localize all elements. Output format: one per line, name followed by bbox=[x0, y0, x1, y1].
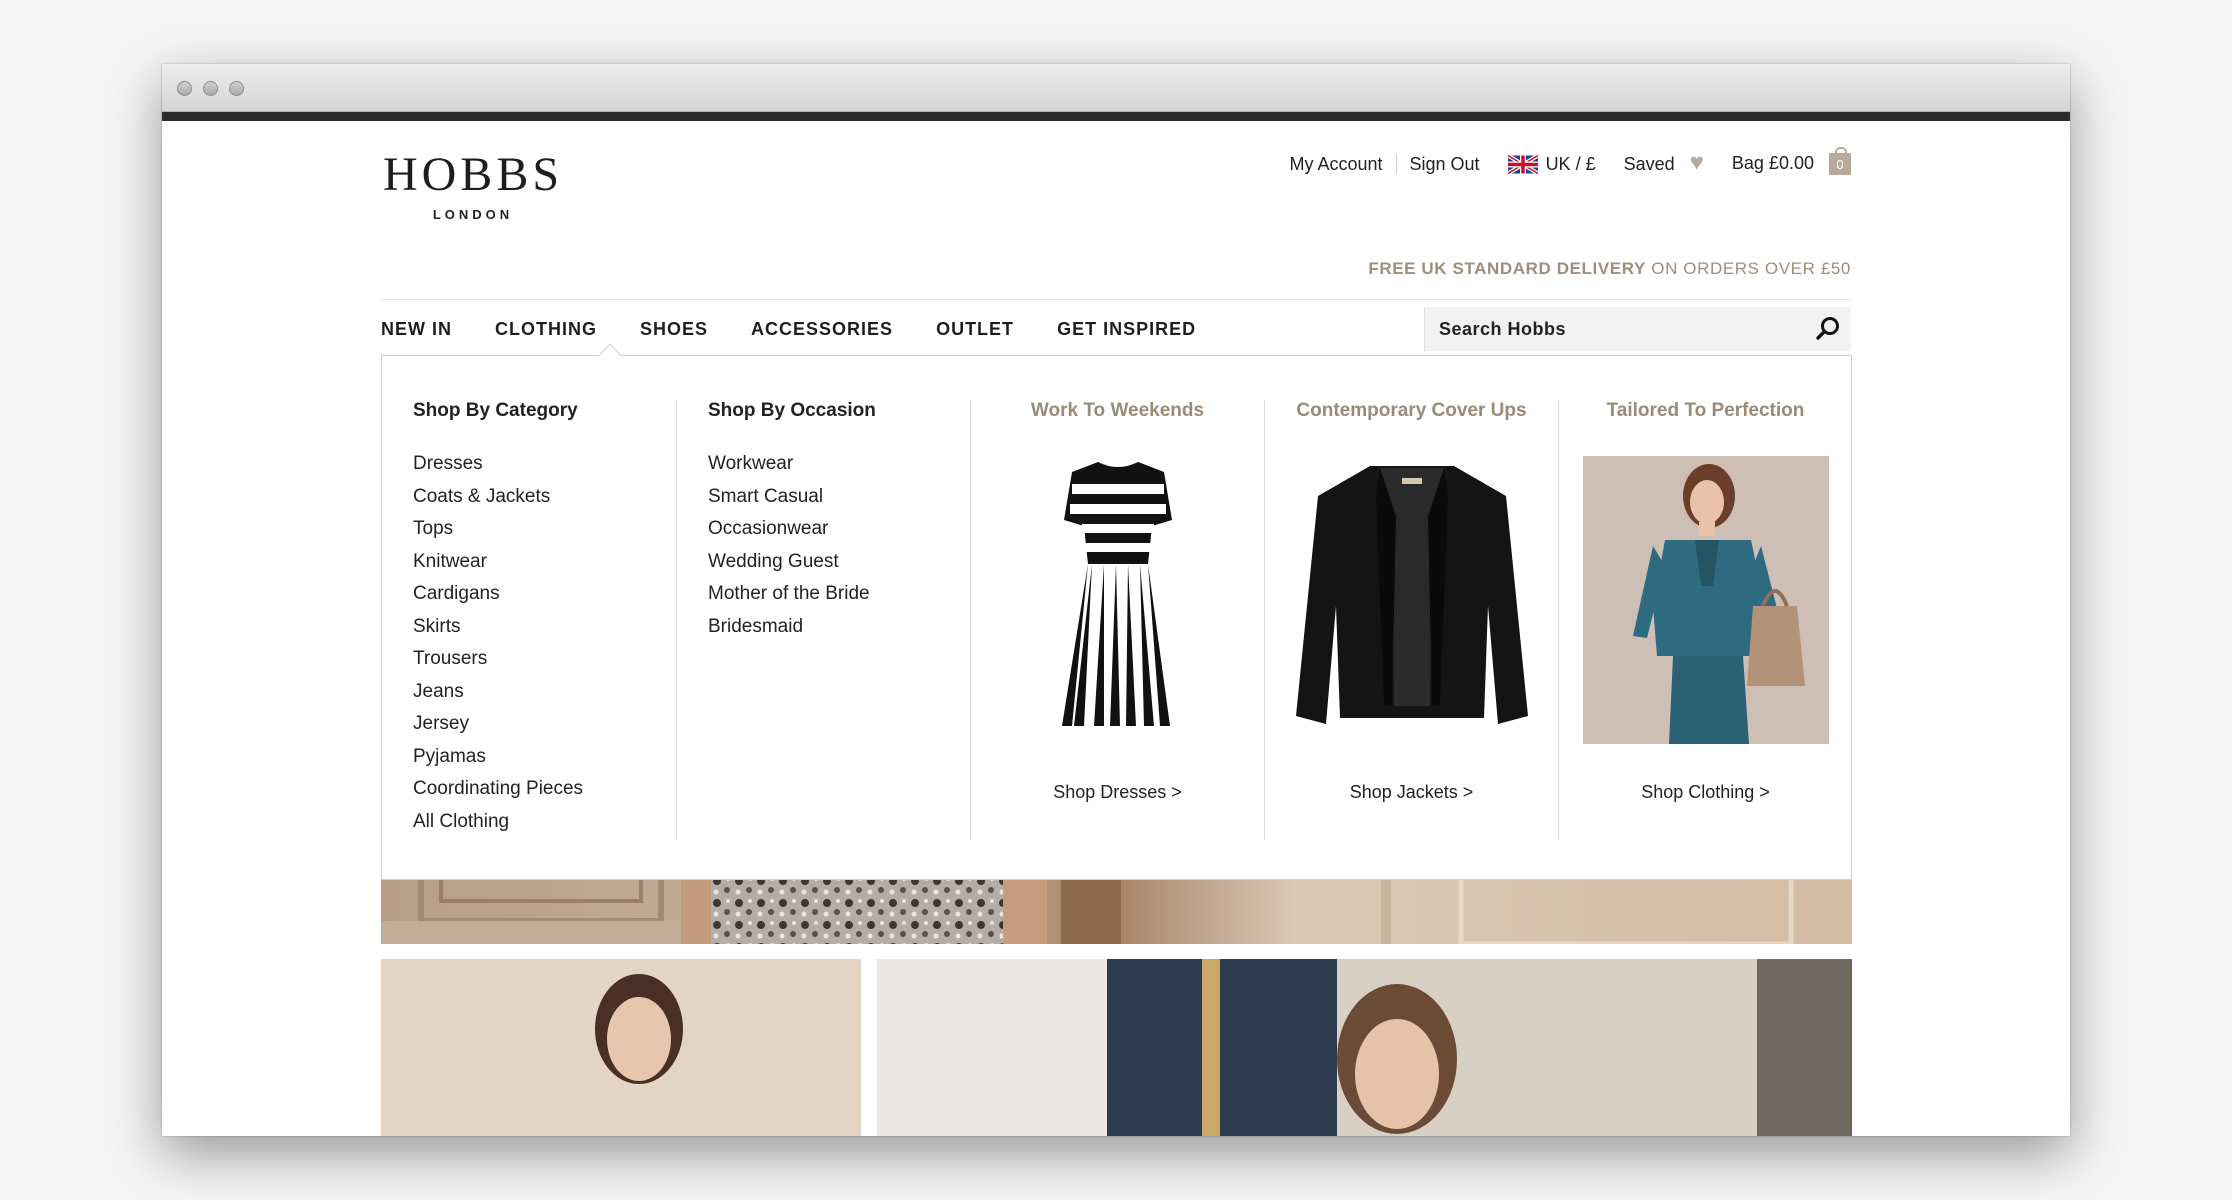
feature-jackets[interactable]: Contemporary Cover Ups Shop Jackets > bbox=[1264, 400, 1558, 840]
category-list: Dresses Coats & Jackets Tops Knitwear Ca… bbox=[413, 448, 676, 838]
category-link[interactable]: Jersey bbox=[413, 708, 676, 741]
delivery-rest: ON ORDERS OVER £50 bbox=[1645, 259, 1851, 278]
sign-out-link[interactable]: Sign Out bbox=[1410, 154, 1480, 175]
category-link[interactable]: Pyjamas bbox=[413, 741, 676, 774]
nav-new-in[interactable]: NEW IN bbox=[381, 319, 452, 340]
category-link[interactable]: Coats & Jackets bbox=[413, 481, 676, 514]
nav-outlet[interactable]: OUTLET bbox=[936, 319, 1014, 340]
uk-flag-icon bbox=[1507, 154, 1538, 174]
black-jacket-image bbox=[1295, 466, 1528, 724]
search-input[interactable] bbox=[1425, 307, 1795, 351]
shopping-bag-icon: 0 bbox=[1829, 147, 1851, 175]
shop-dresses-link[interactable]: Shop Dresses > bbox=[971, 782, 1264, 803]
nav-shoes[interactable]: SHOES bbox=[640, 319, 708, 340]
search-icon[interactable] bbox=[1815, 316, 1841, 342]
delivery-banner: FREE UK STANDARD DELIVERY ON ORDERS OVER… bbox=[1368, 259, 1851, 279]
logo-subtitle: LONDON bbox=[432, 207, 514, 222]
promo-image-right bbox=[877, 959, 1852, 1136]
bag-count: 0 bbox=[1836, 157, 1844, 172]
tailored-suit-image bbox=[1582, 456, 1829, 744]
nav-clothing[interactable]: CLOTHING bbox=[495, 319, 597, 340]
category-link[interactable]: Knitwear bbox=[413, 546, 676, 579]
occasion-link[interactable]: Workwear bbox=[708, 448, 970, 481]
occasion-list: Workwear Smart Casual Occasionwear Weddi… bbox=[708, 448, 970, 643]
category-link[interactable]: Skirts bbox=[413, 611, 676, 644]
browser-toolbar-strip bbox=[162, 112, 2070, 121]
utility-bar: My Account Sign Out UK / £ Saved ♥ Bag £… bbox=[1289, 147, 1851, 176]
category-heading: Shop By Category bbox=[413, 400, 578, 421]
bag-label: Bag £0.00 bbox=[1731, 153, 1814, 173]
window-titlebar bbox=[162, 64, 2070, 112]
occasion-column: Shop By Occasion Workwear Smart Casual O… bbox=[676, 400, 970, 840]
category-link[interactable]: Jeans bbox=[413, 676, 676, 709]
occasion-link[interactable]: Smart Casual bbox=[708, 481, 970, 514]
saved-link[interactable]: Saved ♥ bbox=[1623, 148, 1704, 176]
nav-accessories[interactable]: ACCESSORIES bbox=[751, 319, 893, 340]
feature-title: Contemporary Cover Ups bbox=[1296, 400, 1527, 421]
category-link[interactable]: Coordinating Pieces bbox=[413, 773, 676, 806]
brand-logo[interactable]: HOBBS LONDON bbox=[381, 148, 565, 223]
category-link[interactable]: Cardigans bbox=[413, 578, 676, 611]
shop-clothing-link[interactable]: Shop Clothing > bbox=[1559, 782, 1852, 803]
logo-wordmark: HOBBS bbox=[382, 148, 564, 201]
promo-image-left bbox=[381, 959, 861, 1136]
occasion-link[interactable]: Bridesmaid bbox=[708, 611, 970, 644]
delivery-strong: FREE UK STANDARD DELIVERY bbox=[1368, 259, 1646, 278]
category-link[interactable]: Dresses bbox=[413, 448, 676, 481]
browser-window: HOBBS LONDON My Account Sign Out UK / £ bbox=[162, 64, 2070, 1136]
window-maximize-button[interactable] bbox=[229, 81, 244, 96]
category-column: Shop By Category Dresses Coats & Jackets… bbox=[413, 400, 676, 840]
striped-dress-image bbox=[1059, 462, 1176, 726]
promo-tile-left[interactable] bbox=[381, 959, 861, 1136]
occasion-link[interactable]: Mother of the Bride bbox=[708, 578, 970, 611]
category-link[interactable]: All Clothing bbox=[413, 806, 676, 839]
web-page: HOBBS LONDON My Account Sign Out UK / £ bbox=[162, 121, 2070, 1136]
header-divider bbox=[381, 299, 1851, 300]
feature-dresses[interactable]: Work To Weekends Shop Dresses > bbox=[970, 400, 1264, 840]
utility-divider bbox=[1395, 154, 1397, 174]
main-nav: NEW IN CLOTHING SHOES ACCESSORIES OUTLET… bbox=[381, 305, 1239, 353]
occasion-link[interactable]: Occasionwear bbox=[708, 513, 970, 546]
category-link[interactable]: Tops bbox=[413, 513, 676, 546]
window-minimize-button[interactable] bbox=[203, 81, 218, 96]
promo-tile-right[interactable] bbox=[877, 959, 1852, 1136]
region-label: UK / £ bbox=[1545, 153, 1596, 174]
feature-title: Tailored To Perfection bbox=[1606, 400, 1805, 421]
window-close-button[interactable] bbox=[177, 81, 192, 96]
feature-title: Work To Weekends bbox=[1030, 400, 1205, 421]
nav-get-inspired[interactable]: GET INSPIRED bbox=[1057, 319, 1196, 340]
bag-link[interactable]: Bag £0.00 0 bbox=[1731, 147, 1851, 175]
search-box bbox=[1424, 307, 1851, 351]
region-selector[interactable]: UK / £ bbox=[1507, 153, 1596, 175]
saved-label: Saved bbox=[1623, 153, 1675, 174]
feature-clothing[interactable]: Tailored To Perfection Shop Clothing > bbox=[1558, 400, 1852, 840]
my-account-link[interactable]: My Account bbox=[1289, 154, 1382, 175]
occasion-link[interactable]: Wedding Guest bbox=[708, 546, 970, 579]
shop-jackets-link[interactable]: Shop Jackets > bbox=[1265, 782, 1558, 803]
occasion-heading: Shop By Occasion bbox=[708, 400, 876, 421]
clothing-mega-menu: Shop By Category Dresses Coats & Jackets… bbox=[381, 343, 1852, 880]
heart-icon: ♥ bbox=[1689, 148, 1704, 176]
category-link[interactable]: Trousers bbox=[413, 643, 676, 676]
